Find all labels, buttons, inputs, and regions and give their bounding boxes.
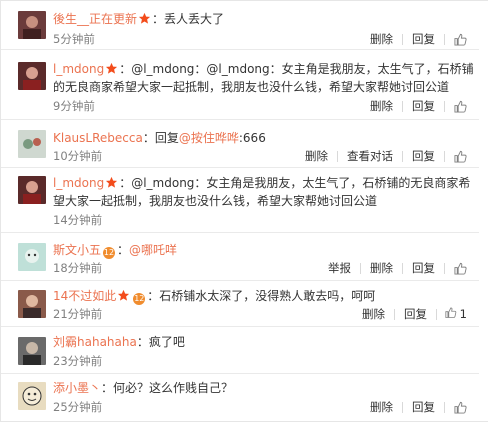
reply-button[interactable]: 回复 xyxy=(403,399,444,415)
avatar[interactable] xyxy=(18,243,46,271)
avatar[interactable] xyxy=(18,176,46,204)
username-link[interactable]: l_mdong xyxy=(53,62,104,76)
comment-actions: 删除 查看对话 回复 xyxy=(296,148,467,164)
comment-actions: 举报 删除 回复 xyxy=(319,260,467,276)
like-button[interactable] xyxy=(445,33,467,46)
report-button[interactable]: 举报 xyxy=(319,260,360,276)
timestamp: 25分钟前 xyxy=(53,400,103,414)
comment-text: ：@l_mdong：@l_mdong：女主角是我朋友，太生气了，石桥铺 xyxy=(119,62,474,76)
comment-text: ： xyxy=(117,243,130,257)
star-badge-icon xyxy=(106,62,118,74)
thumbs-up-icon xyxy=(453,100,467,113)
username-link[interactable]: l_mdong xyxy=(53,176,104,190)
timestamp: 14分钟前 xyxy=(53,213,103,227)
delete-button[interactable]: 删除 xyxy=(361,31,402,47)
comment-text: ：回复 xyxy=(142,131,179,145)
comment-item: l_mdong ：@l_mdong：@l_mdong：女主角是我朋友，太生气了，石… xyxy=(1,50,479,120)
delete-button[interactable]: 删除 xyxy=(361,260,402,276)
avatar[interactable] xyxy=(18,337,46,365)
delete-button[interactable]: 删除 xyxy=(361,399,402,415)
comment-item: 斯文小五 12 ：@哪吒咩 18分钟前 举报 删除 回复 xyxy=(1,233,479,281)
reply-button[interactable]: 回复 xyxy=(403,260,444,276)
like-button[interactable] xyxy=(445,401,467,414)
timestamp: 23分钟前 xyxy=(53,354,103,368)
comment-item: 後生__正在更新 ：丢人丢大了 5分钟前 删除 回复 xyxy=(1,1,479,50)
username-link[interactable]: 後生__正在更新 xyxy=(53,12,137,26)
comment-list: 後生__正在更新 ：丢人丢大了 5分钟前 删除 回复 l_mdong ：@l_mdo… xyxy=(0,0,488,422)
star-badge-icon xyxy=(138,12,151,24)
comment-actions: 删除 回复 1 xyxy=(353,306,467,322)
mention-link[interactable]: @按住哗哗 xyxy=(179,131,239,145)
like-button[interactable] xyxy=(445,100,467,113)
avatar[interactable] xyxy=(18,382,46,410)
comment-text: ：@l_mdong：女主角是我朋友，太生气了，石桥铺的无良商家希 xyxy=(119,176,471,190)
comment-text: ：丢人丢大了 xyxy=(152,12,225,26)
delete-button[interactable]: 删除 xyxy=(296,148,337,164)
timestamp: 18分钟前 xyxy=(53,261,103,275)
vip-level-badge: 12 xyxy=(133,293,146,305)
vip-level-badge: 12 xyxy=(103,247,116,259)
timestamp: 9分钟前 xyxy=(53,99,95,113)
like-button[interactable] xyxy=(445,262,467,275)
mention-link[interactable]: @哪吒咩 xyxy=(129,243,177,257)
thumbs-up-icon xyxy=(453,33,467,46)
thumbs-up-icon xyxy=(453,150,467,163)
comment-actions: 删除 回复 xyxy=(361,98,467,114)
username-link[interactable]: 添小墨丶 xyxy=(53,381,101,395)
delete-button[interactable]: 删除 xyxy=(353,306,394,322)
username-link[interactable]: 斯文小五 xyxy=(53,243,101,257)
like-count: 1 xyxy=(459,307,467,321)
timestamp: 5分钟前 xyxy=(53,32,95,46)
comment-actions: 删除 回复 xyxy=(361,31,467,47)
username-link[interactable]: KlausLRebecca xyxy=(53,131,143,145)
comment-text: ：何必？这么作贱自己？ xyxy=(101,381,234,395)
comment-text: ：石桥铺水太深了，没得熟人敢去吗，呵呵 xyxy=(147,289,376,303)
comment-item: l_mdong ：@l_mdong：女主角是我朋友，太生气了，石桥铺的无良商家希 … xyxy=(1,168,479,233)
username-link[interactable]: 14不过如此 xyxy=(53,289,116,303)
thumbs-up-icon xyxy=(453,401,467,414)
comment-item: 添小墨丶：何必？这么作贱自己？ 25分钟前 删除 回复 xyxy=(1,374,479,422)
comment-text-continued: 望大家一起抵制，我朋友也没什么钱，希望大家帮她讨回公道 xyxy=(53,194,378,208)
comment-item: 刘霸hahahaha：疯了吧 23分钟前 xyxy=(1,327,479,374)
reply-button[interactable]: 回复 xyxy=(403,31,444,47)
avatar[interactable] xyxy=(18,130,46,158)
username-link[interactable]: 刘霸hahahaha xyxy=(53,335,137,349)
thumbs-up-icon xyxy=(453,262,467,275)
comment-text-tail: :666 xyxy=(238,131,266,145)
comment-actions: 删除 回复 xyxy=(361,399,467,415)
timestamp: 10分钟前 xyxy=(53,149,103,163)
comment-text: ：疯了吧 xyxy=(136,335,185,349)
comment-item: KlausLRebecca：回复@按住哗哗:666 10分钟前 删除 查看对话 … xyxy=(1,120,479,168)
reply-button[interactable]: 回复 xyxy=(395,306,436,322)
avatar[interactable] xyxy=(18,290,46,318)
delete-button[interactable]: 删除 xyxy=(361,98,402,114)
star-badge-icon xyxy=(106,176,118,188)
like-button[interactable] xyxy=(445,150,467,163)
reply-button[interactable]: 回复 xyxy=(403,148,444,164)
reply-button[interactable]: 回复 xyxy=(403,98,444,114)
star-badge-icon xyxy=(118,289,130,301)
view-conversation-button[interactable]: 查看对话 xyxy=(338,148,402,164)
comment-item: 14不过如此 12 ：石桥铺水太深了，没得熟人敢去吗，呵呵 21分钟前 删除 回复 … xyxy=(1,281,479,327)
thumbs-up-icon xyxy=(445,307,457,318)
like-button[interactable]: 1 xyxy=(437,306,467,322)
avatar[interactable] xyxy=(18,62,46,90)
timestamp: 21分钟前 xyxy=(53,307,103,321)
avatar[interactable] xyxy=(18,11,46,39)
comment-text-continued: 的无良商家希望大家一起抵制，我朋友也没什么钱，希望大家帮她讨回公道 xyxy=(53,80,450,94)
